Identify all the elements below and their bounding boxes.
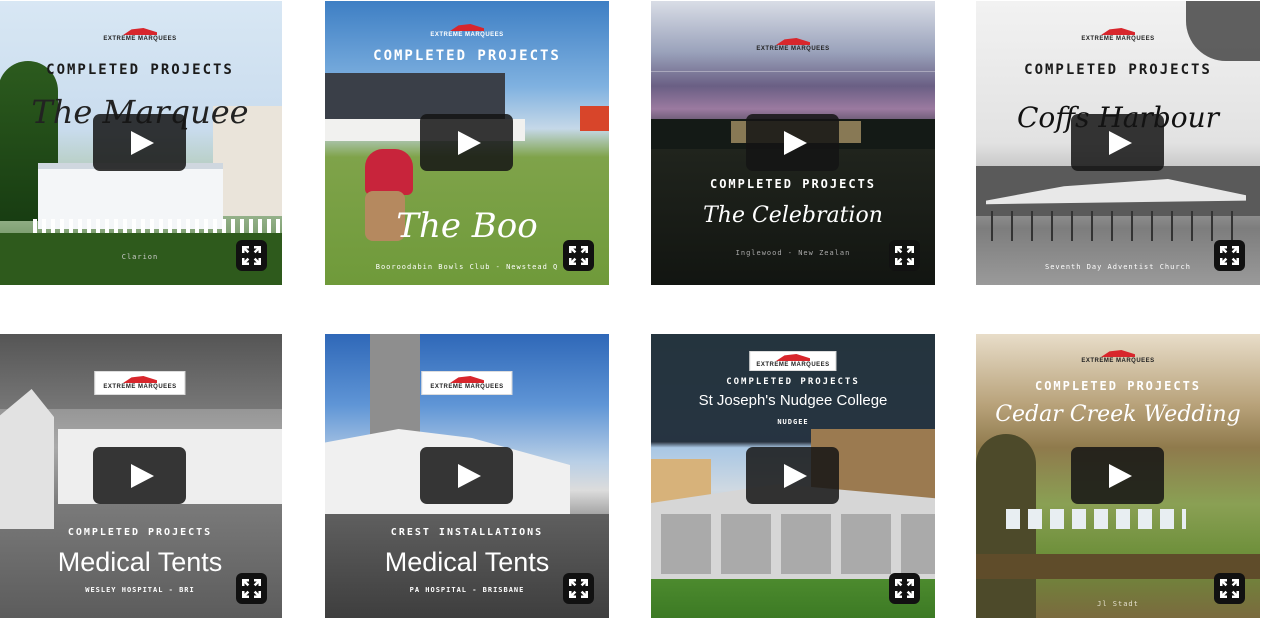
expand-button[interactable] xyxy=(889,573,920,604)
brand-logo: EXTREME MARQUEES xyxy=(421,371,513,395)
play-button[interactable] xyxy=(420,114,513,171)
tile-heading: COMPLETED PROJECTS xyxy=(67,527,213,538)
project-video-tile-st-josephs-nudgee[interactable]: EXTREME MARQUEES COMPLETED PROJECTS St J… xyxy=(651,334,935,618)
expand-icon xyxy=(242,579,261,598)
expand-button[interactable] xyxy=(236,573,267,604)
tile-heading: COMPLETED PROJECTS xyxy=(46,62,234,78)
tile-heading: CREST INSTALLATIONS xyxy=(390,527,544,538)
project-video-tile-cedar-creek-wedding[interactable]: EXTREME MARQUEES COMPLETED PROJECTS Ceda… xyxy=(976,334,1260,618)
project-video-tile-the-celebration[interactable]: EXTREME MARQUEES COMPLETED PROJECTS The … xyxy=(651,1,935,285)
brand-logo: EXTREME MARQUEES xyxy=(1081,350,1154,364)
project-video-tile-the-boo[interactable]: EXTREME MARQUEES COMPLETED PROJECTS The … xyxy=(325,1,609,285)
play-button[interactable] xyxy=(1071,447,1164,504)
tile-heading: COMPLETED PROJECTS xyxy=(1034,379,1202,393)
brand-logo: EXTREME MARQUEES xyxy=(756,38,829,52)
play-icon xyxy=(131,131,154,155)
play-button[interactable] xyxy=(93,447,186,504)
brand-logo: EXTREME MARQUEES xyxy=(103,28,176,42)
play-button[interactable] xyxy=(746,447,839,504)
project-video-tile-the-marquee[interactable]: EXTREME MARQUEES COMPLETED PROJECTS The … xyxy=(0,1,282,285)
brand-logo: EXTREME MARQUEES xyxy=(749,351,837,371)
expand-icon xyxy=(242,246,261,265)
play-icon xyxy=(1109,131,1132,155)
play-button[interactable] xyxy=(746,114,839,171)
play-icon xyxy=(784,131,807,155)
play-icon xyxy=(458,131,481,155)
expand-icon xyxy=(569,246,588,265)
expand-button[interactable] xyxy=(563,573,594,604)
expand-button[interactable] xyxy=(236,240,267,271)
play-icon xyxy=(1109,464,1132,488)
expand-button[interactable] xyxy=(889,240,920,271)
brand-logo: EXTREME MARQUEES xyxy=(94,371,186,395)
tile-location: NUDGEE xyxy=(777,418,809,426)
tile-title: Cedar Creek Wedding xyxy=(995,402,1241,427)
brand-logo: EXTREME MARQUEES xyxy=(1081,28,1154,42)
tile-title: St Joseph's Nudgee College xyxy=(698,392,888,409)
play-button[interactable] xyxy=(1071,114,1164,171)
tile-heading: COMPLETED PROJECTS xyxy=(373,48,561,64)
expand-button[interactable] xyxy=(563,240,594,271)
expand-icon xyxy=(1220,579,1239,598)
expand-icon xyxy=(895,246,914,265)
play-icon xyxy=(784,464,807,488)
expand-icon xyxy=(895,579,914,598)
project-video-tile-medical-tents-wesley[interactable]: EXTREME MARQUEES COMPLETED PROJECTS Medi… xyxy=(0,334,282,618)
project-video-tile-medical-tents-pa[interactable]: EXTREME MARQUEES CREST INSTALLATIONS Med… xyxy=(325,334,609,618)
tile-heading: COMPLETED PROJECTS xyxy=(726,377,860,387)
brand-logo: EXTREME MARQUEES xyxy=(430,24,503,38)
expand-icon xyxy=(569,579,588,598)
tile-heading: COMPLETED PROJECTS xyxy=(709,177,877,191)
play-button[interactable] xyxy=(93,114,186,171)
tile-heading: COMPLETED PROJECTS xyxy=(1024,62,1212,78)
expand-button[interactable] xyxy=(1214,573,1245,604)
project-video-tile-coffs-harbour[interactable]: EXTREME MARQUEES COMPLETED PROJECTS Coff… xyxy=(976,1,1260,285)
play-button[interactable] xyxy=(420,447,513,504)
expand-icon xyxy=(1220,246,1239,265)
play-icon xyxy=(131,464,154,488)
play-icon xyxy=(458,464,481,488)
expand-button[interactable] xyxy=(1214,240,1245,271)
tile-title: The Celebration xyxy=(703,203,883,228)
